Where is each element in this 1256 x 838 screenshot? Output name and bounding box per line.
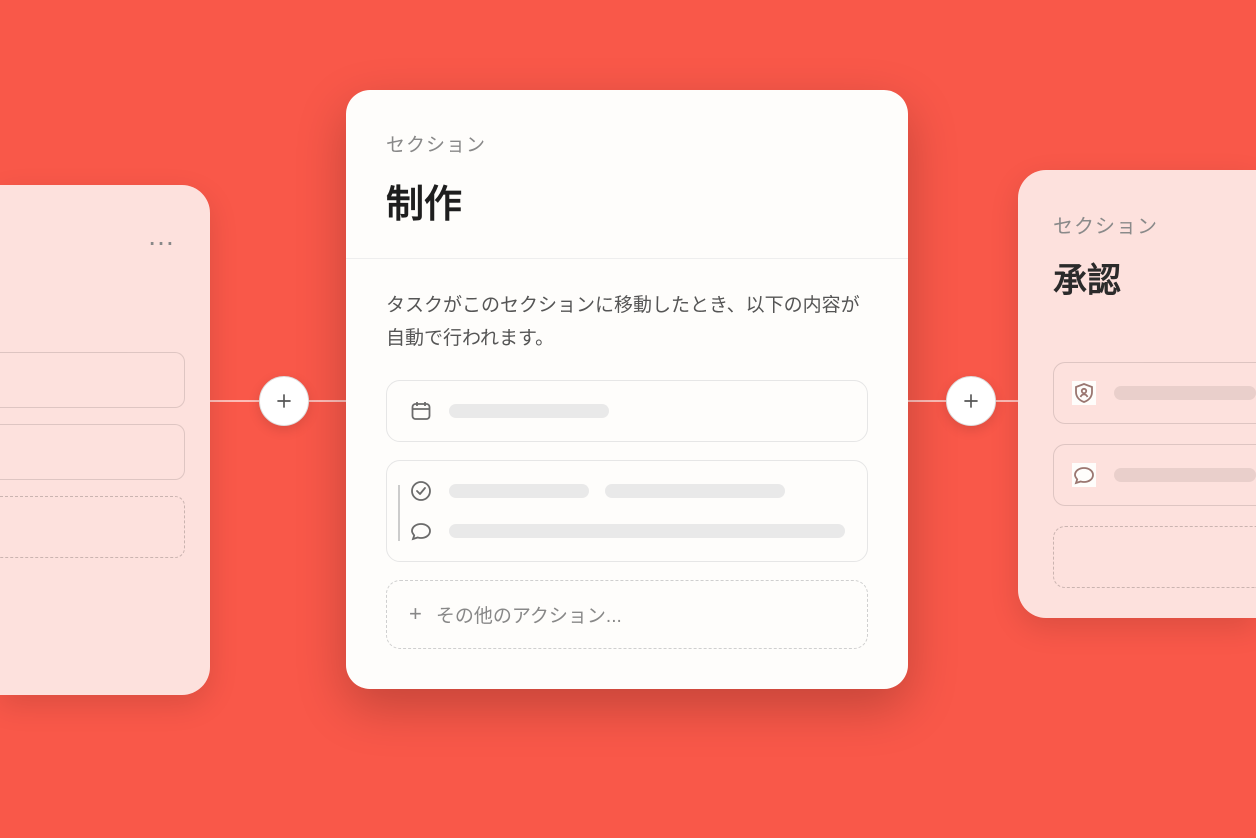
calendar-icon bbox=[409, 399, 433, 423]
add-more-actions-label: その他のアクション... bbox=[436, 601, 622, 628]
left-add-action-placeholder[interactable] bbox=[0, 496, 185, 558]
plus-icon: + bbox=[409, 603, 422, 625]
automation-action-tile[interactable] bbox=[1053, 362, 1256, 424]
action-placeholder-text bbox=[449, 404, 609, 418]
automation-action-tile[interactable] bbox=[386, 460, 868, 562]
right-section-card: セクション 承認 bbox=[1018, 170, 1256, 618]
action-placeholder-text bbox=[605, 484, 785, 498]
automation-description: タスクがこのセクションに移動したとき、以下の内容が自動で行われます。 bbox=[386, 289, 868, 356]
left-action-tile[interactable] bbox=[0, 424, 185, 480]
add-action-placeholder[interactable] bbox=[1053, 526, 1256, 588]
section-title: 制作 bbox=[386, 173, 868, 228]
automation-action-tile[interactable] bbox=[386, 380, 868, 442]
section-label: セクション bbox=[386, 130, 868, 157]
action-placeholder-text bbox=[449, 524, 845, 538]
add-more-actions-button[interactable]: + その他のアクション... bbox=[386, 580, 868, 649]
check-circle-icon bbox=[409, 479, 433, 503]
section-title: 承認 bbox=[1053, 253, 1256, 302]
plus-icon bbox=[275, 392, 293, 410]
assignee-icon bbox=[1072, 381, 1096, 405]
action-placeholder-text bbox=[1114, 386, 1256, 400]
comment-icon bbox=[409, 519, 433, 543]
left-section-card: … bbox=[0, 185, 210, 695]
center-section-card: セクション 制作 タスクがこのセクションに移動したとき、以下の内容が自動で行われ… bbox=[346, 90, 908, 689]
section-label: セクション bbox=[1053, 210, 1256, 239]
plus-icon bbox=[962, 392, 980, 410]
left-action-tile[interactable] bbox=[0, 352, 185, 408]
more-menu-icon[interactable]: … bbox=[0, 220, 185, 252]
add-section-button-right[interactable] bbox=[946, 376, 996, 426]
comment-icon bbox=[1072, 463, 1096, 487]
automation-action-tile[interactable] bbox=[1053, 444, 1256, 506]
add-section-button-left[interactable] bbox=[259, 376, 309, 426]
action-placeholder-text bbox=[1114, 468, 1256, 482]
action-placeholder-text bbox=[449, 484, 589, 498]
